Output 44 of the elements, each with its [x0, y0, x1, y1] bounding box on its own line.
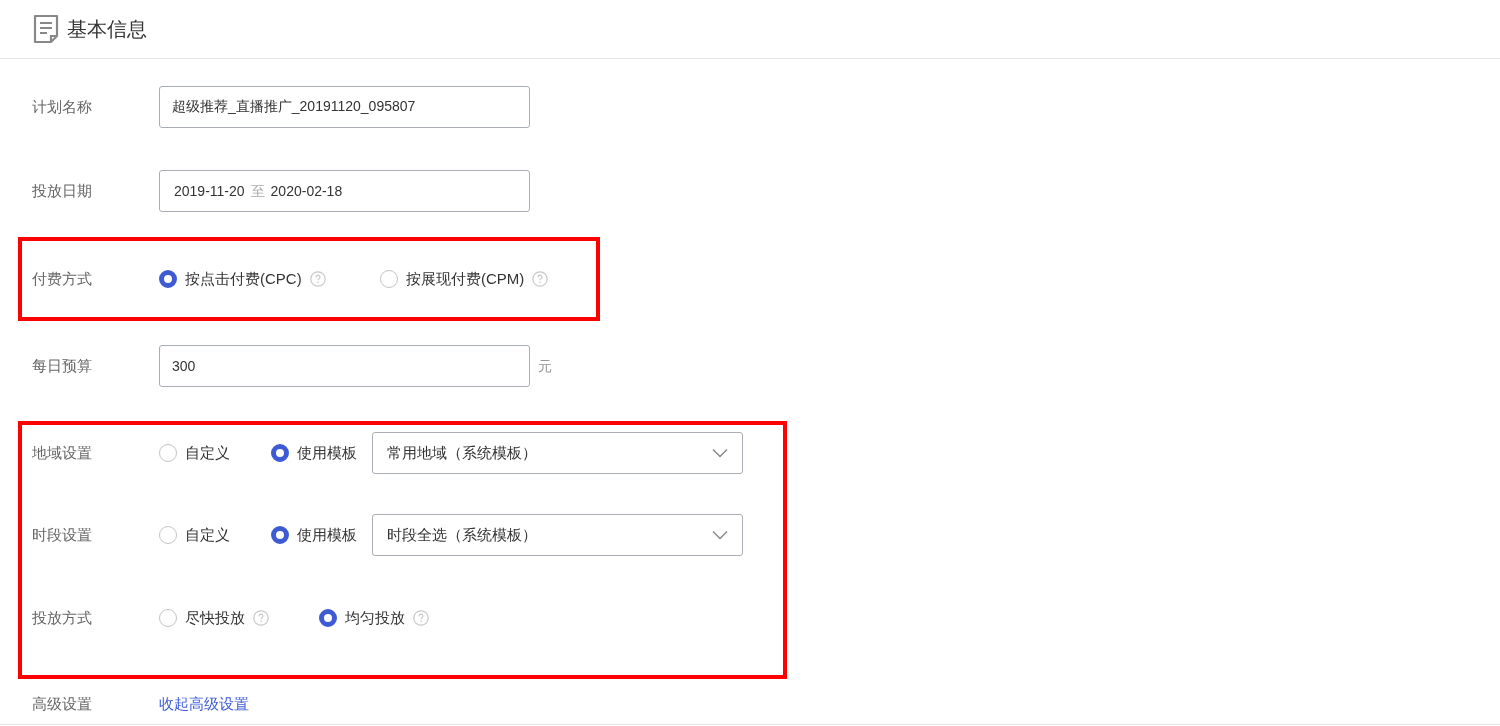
radio-button[interactable]	[380, 270, 398, 288]
unit-label: 元	[538, 356, 552, 376]
radio-label[interactable]: 自定义	[185, 523, 230, 547]
chevron-down-icon	[712, 530, 728, 540]
radio-button[interactable]	[319, 609, 337, 627]
radio-button[interactable]	[159, 526, 177, 544]
document-icon	[33, 14, 59, 44]
field-label: 每日预算	[32, 355, 93, 376]
end-date: 2020-02-18	[270, 181, 343, 201]
radio-label[interactable]: 按展现付费(CPM)	[406, 267, 525, 291]
radio-button[interactable]	[159, 609, 177, 627]
field-label: 地域设置	[32, 442, 93, 463]
radio-button[interactable]	[271, 526, 289, 544]
select-value: 时段全选（系统模板）	[387, 524, 537, 545]
field-label: 投放日期	[32, 180, 93, 201]
radio-label[interactable]: 按点击付费(CPC)	[185, 267, 302, 291]
help-icon[interactable]	[253, 610, 269, 626]
help-icon[interactable]	[309, 271, 326, 287]
date-range-field[interactable]: 2019-11-20 至 2020-02-18	[159, 170, 530, 212]
radio-button[interactable]	[271, 444, 289, 462]
select-value: 常用地域（系统模板）	[387, 442, 537, 463]
start-date: 2019-11-20	[174, 181, 245, 201]
help-icon[interactable]	[413, 610, 429, 626]
section-title: 基本信息	[67, 17, 147, 42]
radio-button[interactable]	[159, 270, 177, 288]
range-separator: 至	[250, 181, 265, 201]
field-label: 计划名称	[32, 96, 93, 117]
radio-label[interactable]: 尽快投放	[185, 606, 245, 630]
template-select[interactable]: 常用地域（系统模板）	[372, 432, 743, 474]
template-select[interactable]: 时段全选（系统模板）	[372, 514, 743, 556]
field-label: 高级设置	[32, 693, 93, 714]
field-label: 投放方式	[32, 607, 93, 628]
radio-label[interactable]: 使用模板	[297, 441, 357, 465]
collapse-advanced-link[interactable]: 收起高级设置	[159, 692, 249, 716]
radio-label[interactable]: 自定义	[185, 441, 230, 465]
field-label: 时段设置	[32, 524, 93, 545]
field-label: 付费方式	[32, 268, 93, 289]
radio-label[interactable]: 使用模板	[297, 523, 357, 547]
chevron-down-icon	[712, 448, 728, 458]
help-icon[interactable]	[532, 271, 549, 287]
text-field[interactable]: 超级推荐_直播推广_20191120_095807	[159, 86, 530, 128]
radio-button[interactable]	[159, 444, 177, 462]
text-field[interactable]: 300	[159, 345, 530, 387]
radio-label[interactable]: 均匀投放	[345, 606, 405, 630]
